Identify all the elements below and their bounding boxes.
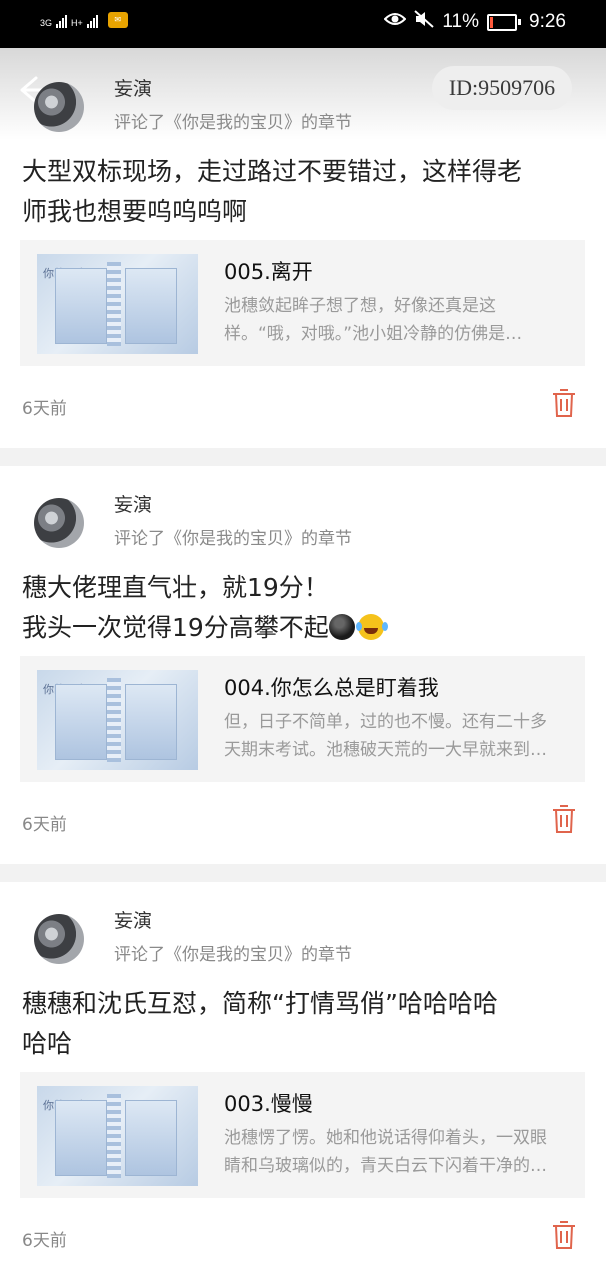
network-indicators: 3G H+ ✉ <box>40 12 128 28</box>
network-hplus-label: H+ <box>71 18 83 28</box>
book-cover-image: 你的是宝贝 <box>37 1086 198 1186</box>
comment-line: 哈哈 <box>22 1029 73 1058</box>
chapter-title: 004.你怎么总是盯着我 <box>224 676 439 700</box>
username[interactable]: 妄演 <box>114 490 152 517</box>
signal-icon <box>56 15 68 28</box>
chapter-excerpt: 池穗愣了愣。她和他说话得仰着头，一双眼 睛和乌玻璃似的，青天白云下闪着干净的… <box>224 1124 576 1180</box>
excerpt-line: 池穗愣了愣。她和他说话得仰着头，一双眼 <box>224 1128 547 1148</box>
comment-text: 穗穗和沈氏互怼，简称“打情骂俏”哈哈哈哈 哈哈 <box>22 984 582 1064</box>
eye-icon <box>383 11 407 33</box>
chapter-title: 003.慢慢 <box>224 1092 313 1116</box>
delete-icon[interactable] <box>551 388 577 418</box>
comment-time: 6天前 <box>22 1231 67 1251</box>
card-separator <box>0 864 606 882</box>
chapter-card[interactable]: 你的是宝贝 004.你怎么总是盯着我 但，日子不简单，过的也不慢。还有二十多 天… <box>20 656 585 782</box>
excerpt-line: 样。“哦，对哦。”池小姐冷静的仿佛是… <box>224 324 523 344</box>
username[interactable]: 妄演 <box>114 906 152 933</box>
delete-icon[interactable] <box>551 804 577 834</box>
chapter-card[interactable]: 你的是宝贝 003.慢慢 池穗愣了愣。她和他说话得仰着头，一双眼 睛和乌玻璃似的… <box>20 1072 585 1198</box>
comment-context: 评论了《你是我的宝贝》的章节 <box>114 529 352 549</box>
app-notification-icon: ✉ <box>107 12 128 28</box>
comment-context: 评论了《你是我的宝贝》的章节 <box>114 113 352 133</box>
comment-time: 6天前 <box>22 399 67 419</box>
clock-time: 9:26 <box>529 11 566 32</box>
tears-of-joy-emoji-icon <box>355 614 384 640</box>
comment-time: 6天前 <box>22 815 67 835</box>
book-cover-image: 你的是宝贝 <box>37 670 198 770</box>
chapter-card[interactable]: 你的是宝贝 005.离开 池穗敛起眸子想了想，好像还真是这 样。“哦，对哦。”池… <box>20 240 585 366</box>
excerpt-line: 睛和乌玻璃似的，青天白云下闪着干净的… <box>224 1156 547 1176</box>
chapter-title: 005.离开 <box>224 260 313 284</box>
excerpt-line: 池穗敛起眸子想了想，好像还真是这 <box>224 296 496 316</box>
dark-face-emoji-icon <box>328 614 355 640</box>
battery-icon <box>487 13 522 31</box>
avatar[interactable] <box>34 914 84 964</box>
comment-context: 评论了《你是我的宝贝》的章节 <box>114 945 352 965</box>
status-bar: 3G H+ ✉ 11% 9:26 <box>0 0 606 48</box>
comment-line: 穗大佬理直气壮，就19分！ <box>22 573 329 602</box>
signal-icon-2 <box>86 15 98 28</box>
username[interactable]: 妄演 <box>114 74 152 101</box>
user-id-badge[interactable]: ID:9509706 <box>432 66 572 110</box>
chapter-excerpt: 池穗敛起眸子想了想，好像还真是这 样。“哦，对哦。”池小姐冷静的仿佛是… <box>224 292 576 348</box>
comment-text: 穗大佬理直气壮，就19分！ 我头一次觉得19分高攀不起 <box>22 568 582 648</box>
network-3g-label: 3G <box>40 18 53 28</box>
comment-line: 大型双标现场，走过路过不要错过，这样得老 <box>22 157 523 186</box>
comment-line: 穗穗和沈氏互怼，简称“打情骂俏”哈哈哈哈 <box>22 989 498 1018</box>
battery-percent: 11% <box>442 11 480 32</box>
book-cover-image: 你的是宝贝 <box>37 254 198 354</box>
chapter-excerpt: 但，日子不简单，过的也不慢。还有二十多 天期末考试。池穗破天荒的一大早就来到… <box>224 708 576 764</box>
excerpt-line: 但，日子不简单，过的也不慢。还有二十多 <box>224 712 547 732</box>
card-separator <box>0 448 606 466</box>
excerpt-line: 天期末考试。池穗破天荒的一大早就来到… <box>224 740 547 760</box>
comment-line: 我头一次觉得19分高攀不起 <box>22 613 329 642</box>
comment-text: 大型双标现场，走过路过不要错过，这样得老 师我也想要呜呜呜啊 <box>22 152 582 232</box>
avatar[interactable] <box>34 498 84 548</box>
avatar[interactable] <box>34 82 84 132</box>
comment-line: 师我也想要呜呜呜啊 <box>22 197 248 226</box>
status-right: 11% 9:26 <box>383 10 566 34</box>
delete-icon[interactable] <box>551 1220 577 1250</box>
mute-icon <box>414 10 435 34</box>
